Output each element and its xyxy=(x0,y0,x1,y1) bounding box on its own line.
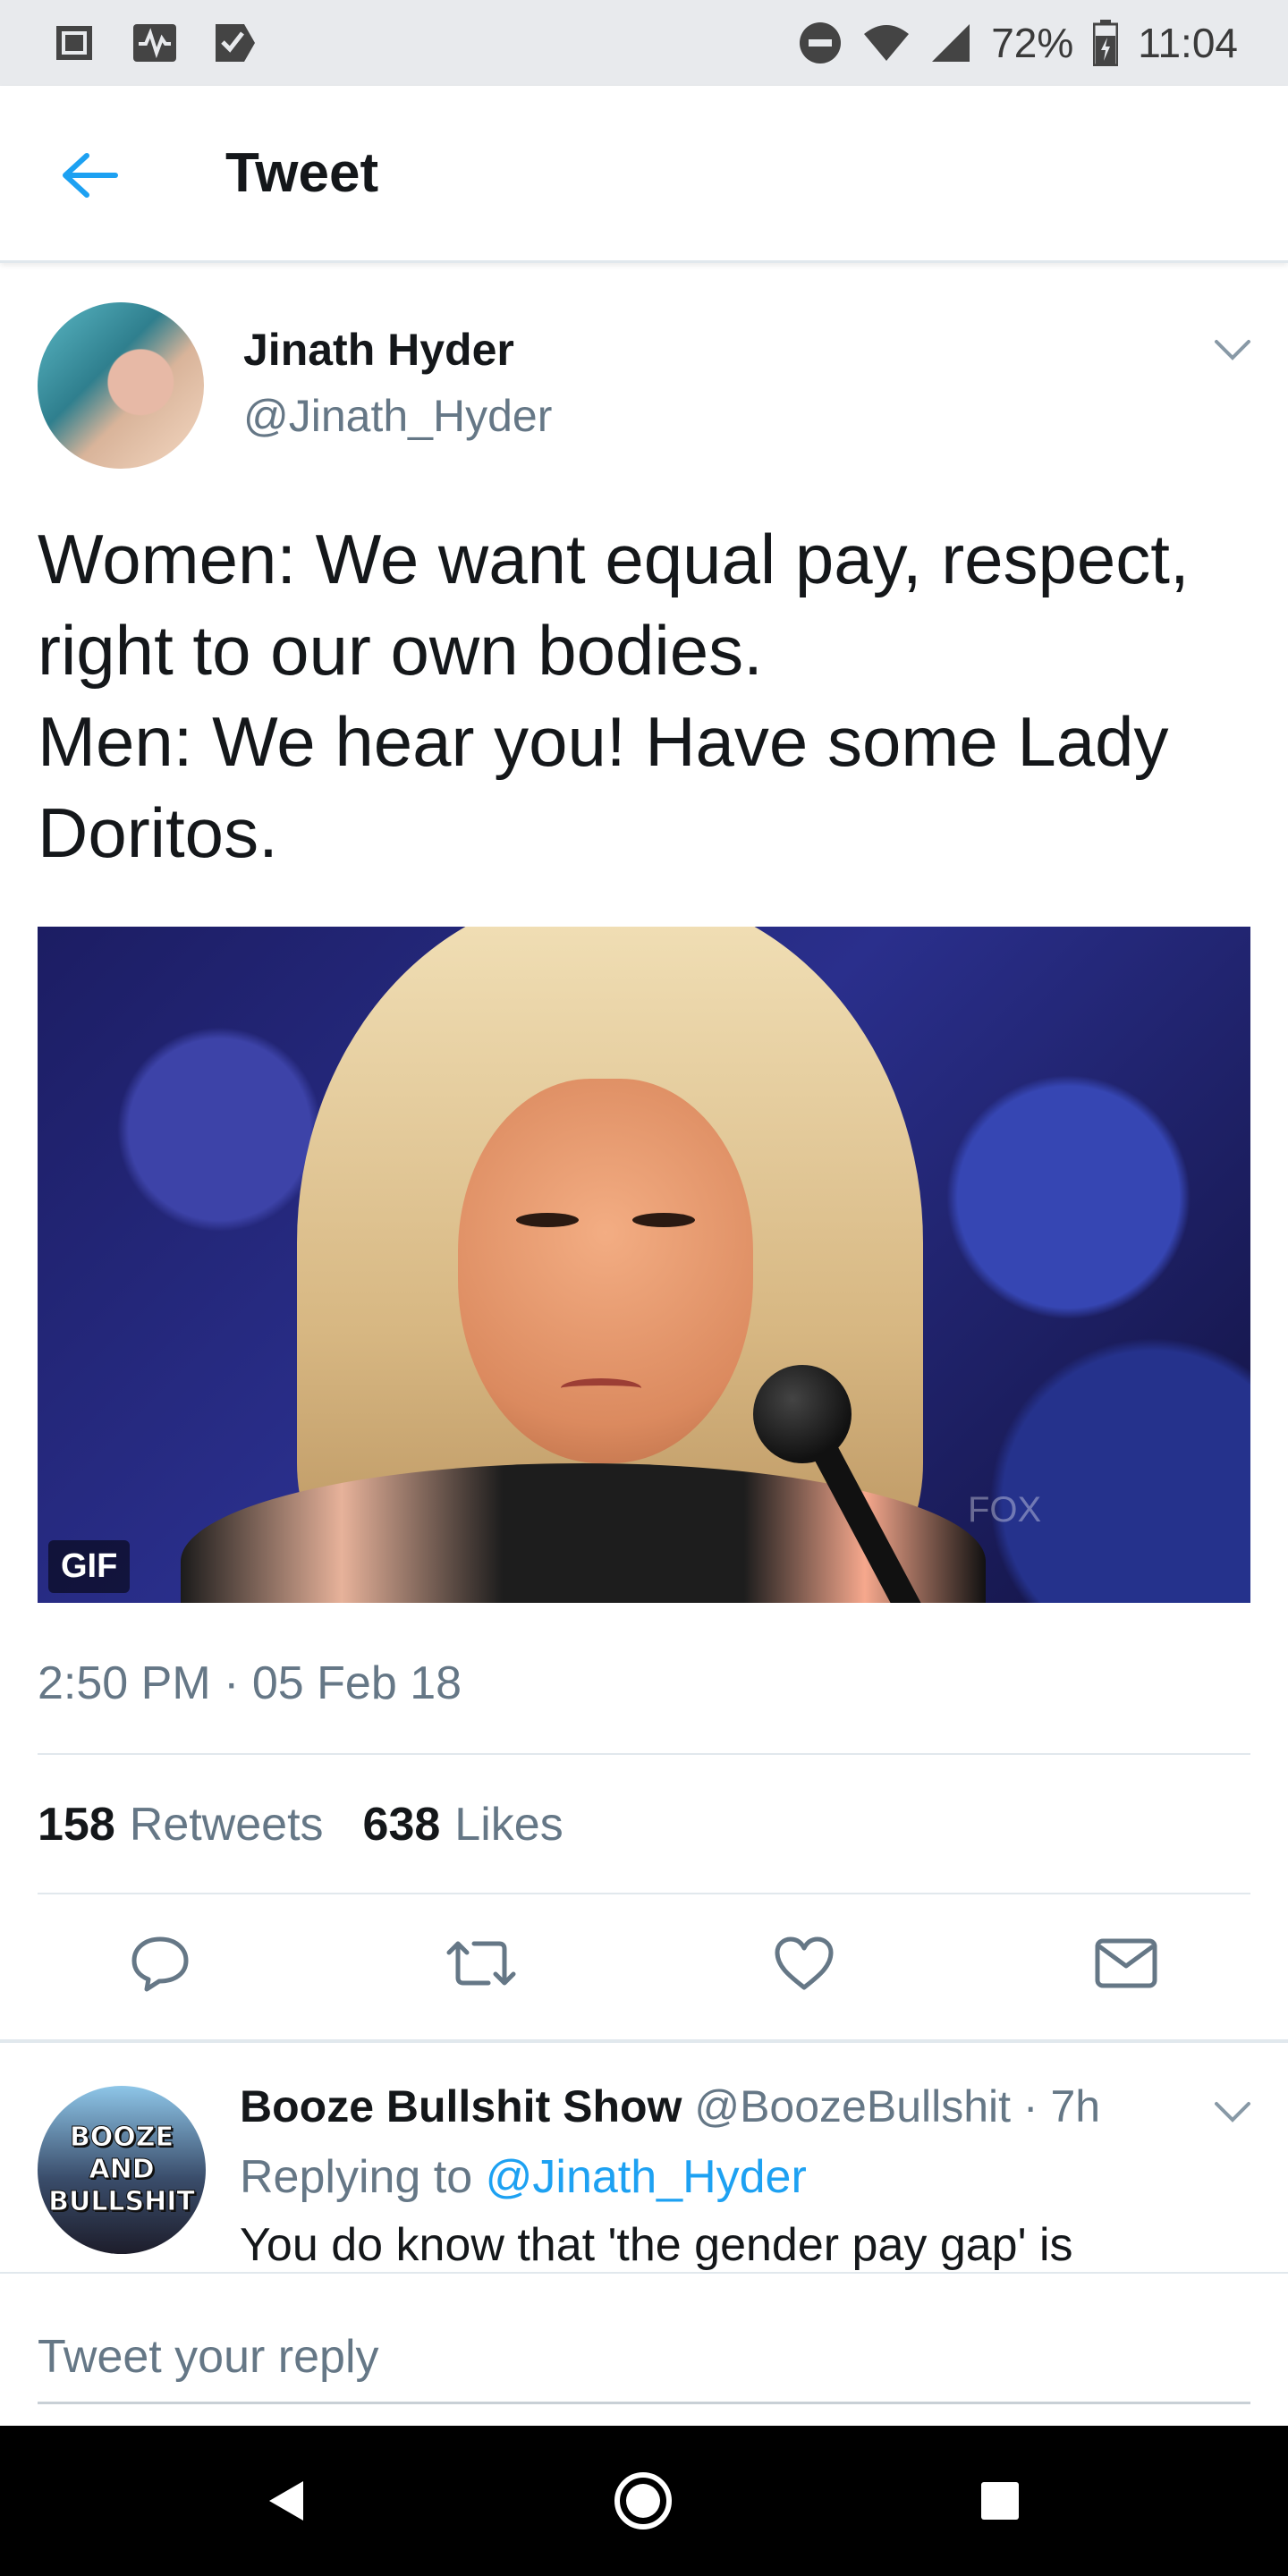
retweets-number: 158 xyxy=(38,1799,115,1851)
tweet-actions xyxy=(0,1923,1288,2021)
engagement-counts: 158 Retweets 638 Likes xyxy=(38,1798,564,1852)
replying-to-label: Replying to xyxy=(240,2151,486,2203)
like-button[interactable] xyxy=(764,1923,844,2004)
reply-header: Booze Bullshit Show @BoozeBullshit · 7h xyxy=(240,2080,1100,2132)
page-title: Tweet xyxy=(225,142,379,204)
replying-to: Replying to @Jinath_Hyder xyxy=(240,2150,807,2204)
tweet-text: Women: We want equal pay, respect, right… xyxy=(38,520,1190,872)
reply-menu-button[interactable] xyxy=(1209,2089,1256,2136)
back-button[interactable] xyxy=(54,140,125,211)
reply-text: You do know that 'the gender pay gap' is xyxy=(240,2219,1073,2271)
gif-watermark: FOX xyxy=(968,1490,1042,1530)
battery-icon xyxy=(1093,20,1119,66)
gif-face xyxy=(458,1079,753,1463)
nav-back-button[interactable] xyxy=(250,2465,322,2537)
likes-number: 638 xyxy=(362,1799,441,1851)
likes-count[interactable]: 638 Likes xyxy=(363,1798,564,1852)
reply-button[interactable] xyxy=(120,1923,200,2004)
divider xyxy=(38,1893,1250,1894)
do-not-disturb-icon xyxy=(798,21,843,65)
author-handle[interactable]: @Jinath_Hyder xyxy=(243,390,552,442)
signal-icon xyxy=(930,22,971,64)
chevron-down-icon xyxy=(1215,340,1250,360)
retweets-label: Retweets xyxy=(129,1799,324,1851)
gif-microphone xyxy=(753,1365,852,1463)
section-separator xyxy=(0,2039,1288,2043)
reply-author-meta: @BoozeBullshit · 7h xyxy=(682,2081,1101,2131)
tweet-menu-button[interactable] xyxy=(1209,327,1256,374)
check-icon xyxy=(211,21,259,65)
gif-eye xyxy=(632,1213,695,1227)
avatar[interactable] xyxy=(38,302,204,469)
nav-recents-button[interactable] xyxy=(964,2465,1036,2537)
gif-badge: GIF xyxy=(48,1540,131,1593)
reply-avatar[interactable]: BOOZE AND BULLSHIT xyxy=(38,2086,206,2254)
battery-percent: 72% xyxy=(991,20,1074,66)
tweet-media-gif[interactable]: FOX GIF xyxy=(38,927,1250,1603)
nav-home-button[interactable] xyxy=(607,2465,679,2537)
like-icon xyxy=(775,1936,834,1990)
gif-eye xyxy=(516,1213,579,1227)
clock: 11:04 xyxy=(1138,20,1238,66)
square-recents-icon xyxy=(981,2482,1019,2520)
status-bar: 72% 11:04 xyxy=(0,0,1288,86)
retweets-count[interactable]: 158 Retweets xyxy=(38,1798,324,1852)
reply-input[interactable] xyxy=(38,2311,1250,2404)
message-button[interactable] xyxy=(1086,1923,1166,2004)
chevron-down-icon xyxy=(1215,2102,1250,2123)
triangle-back-icon xyxy=(269,2481,303,2521)
activity-icon xyxy=(131,21,179,65)
divider xyxy=(38,1753,1250,1755)
tweet-timestamp: 2:50 PM · 05 Feb 18 xyxy=(38,1657,462,1709)
message-icon xyxy=(1095,1938,1157,1988)
reply-avatar-logo-text: BOOZE AND BULLSHIT xyxy=(48,2122,196,2218)
reply-icon xyxy=(131,1936,189,1992)
replying-to-mention[interactable]: @Jinath_Hyder xyxy=(486,2151,807,2203)
retweet-button[interactable] xyxy=(441,1923,521,2004)
likes-label: Likes xyxy=(454,1799,564,1851)
gif-mouth xyxy=(561,1378,641,1398)
retweet-icon xyxy=(446,1941,516,1986)
reply-author-name[interactable]: Booze Bullshit Show xyxy=(240,2081,682,2131)
wifi-icon xyxy=(862,23,911,63)
arrow-left-icon xyxy=(63,153,118,198)
app-bar: Tweet xyxy=(0,86,1288,263)
notification-icon xyxy=(50,21,98,65)
system-nav-bar xyxy=(0,2426,1288,2576)
author-name[interactable]: Jinath Hyder xyxy=(243,324,514,376)
circle-home-icon xyxy=(614,2472,672,2529)
